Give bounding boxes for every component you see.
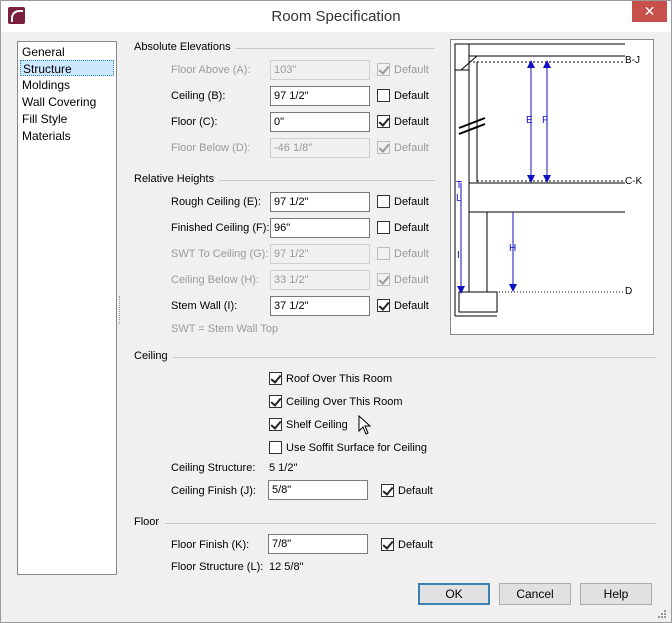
floor-above-label: Floor Above (A):	[171, 64, 251, 76]
default-label: Default	[398, 539, 433, 551]
absolute-elevations-heading: Absolute Elevations	[134, 41, 231, 53]
nav-item-moldings[interactable]: Moldings	[20, 77, 114, 93]
help-button[interactable]: Help	[580, 583, 652, 605]
floor-c-field[interactable]: 0"	[270, 112, 370, 132]
ceiling-below-default-checkbox	[377, 273, 390, 286]
ceiling-b-field[interactable]: 97 1/2"	[270, 86, 370, 106]
swt-to-ceiling-label: SWT To Ceiling (G):	[171, 248, 269, 260]
floor-c-default-checkbox[interactable]	[377, 115, 390, 128]
section-drawing	[454, 43, 625, 317]
swt-to-ceiling-default-checkbox	[377, 247, 390, 260]
floor-finish-field[interactable]: 7/8"	[268, 534, 368, 554]
ceiling-over-room-checkbox[interactable]	[269, 395, 282, 408]
ceiling-structure-value: 5 1/2"	[269, 462, 298, 474]
nav-item-structure[interactable]: Structure	[20, 60, 114, 76]
finished-ceiling-label: Finished Ceiling (F):	[171, 222, 270, 234]
floor-finish-default-checkbox[interactable]	[381, 538, 394, 551]
swt-note: SWT = Stem Wall Top	[171, 323, 279, 335]
room-specification-dialog: Room Specification ✕ General Structure M…	[0, 0, 672, 623]
nav-item-fill-style[interactable]: Fill Style	[20, 111, 114, 127]
ceiling-below-label: Ceiling Below (H):	[171, 274, 260, 286]
default-label: Default	[394, 196, 429, 208]
relative-heights-heading: Relative Heights	[134, 173, 215, 185]
ceiling-b-default-checkbox[interactable]	[377, 89, 390, 102]
nav-item-general[interactable]: General	[20, 44, 114, 60]
default-label: Default	[394, 64, 429, 76]
floor-below-label: Floor Below (D):	[171, 142, 251, 154]
swt-to-ceiling-field: 97 1/2"	[270, 244, 370, 264]
diagram-label-bj: B-J	[625, 55, 640, 66]
stem-wall-label: Stem Wall (I):	[171, 300, 238, 312]
cancel-button[interactable]: Cancel	[499, 583, 571, 605]
ceiling-heading: Ceiling	[134, 350, 168, 362]
default-label: Default	[394, 142, 429, 154]
diagram-label-i: I	[457, 250, 460, 261]
default-label: Default	[398, 485, 433, 497]
diagram-label-l: L	[456, 193, 462, 204]
diagram-label-ck: C-K	[625, 176, 643, 187]
default-label: Default	[394, 116, 429, 128]
soffit-surface-label: Use Soffit Surface for Ceiling	[286, 442, 428, 454]
rough-ceiling-label: Rough Ceiling (E):	[171, 196, 261, 208]
divider	[219, 180, 435, 181]
window-title: Room Specification	[271, 8, 401, 25]
floor-c-label: Floor (C):	[171, 116, 218, 128]
default-label: Default	[394, 248, 429, 260]
diagram-label-f: F	[542, 115, 549, 126]
nav-item-wall-covering[interactable]: Wall Covering	[20, 94, 114, 110]
diagram-label-e: E	[526, 115, 533, 126]
ceiling-finish-field[interactable]: 5/8"	[268, 480, 368, 500]
nav-item-materials[interactable]: Materials	[20, 128, 114, 144]
ceiling-below-field: 33 1/2"	[270, 270, 370, 290]
stem-wall-default-checkbox[interactable]	[377, 299, 390, 312]
ceiling-b-label: Ceiling (B):	[171, 90, 226, 102]
floor-below-default-checkbox	[377, 141, 390, 154]
soffit-surface-checkbox[interactable]	[269, 441, 282, 454]
title-bar: Room Specification ✕	[1, 1, 671, 32]
floor-heading: Floor	[134, 516, 160, 528]
structure-diagram: B-J E F C-K T L I H D	[450, 39, 654, 335]
default-label: Default	[394, 300, 429, 312]
divider	[173, 357, 656, 358]
panel-splitter[interactable]	[119, 296, 122, 324]
ceiling-structure-label: Ceiling Structure:	[171, 462, 256, 474]
default-label: Default	[394, 90, 429, 102]
finished-ceiling-default-checkbox[interactable]	[377, 221, 390, 234]
shelf-ceiling-checkbox[interactable]	[269, 418, 282, 431]
stem-wall-field[interactable]: 37 1/2"	[270, 296, 370, 316]
floor-structure-value: 12 5/8"	[269, 561, 304, 573]
close-button[interactable]: ✕	[632, 1, 667, 22]
diagram-label-h: H	[509, 243, 517, 254]
floor-finish-label: Floor Finish (K):	[171, 539, 250, 551]
floor-structure-label: Floor Structure (L):	[171, 561, 264, 573]
diagram-label-t: T	[456, 180, 463, 191]
ceiling-finish-label: Ceiling Finish (J):	[171, 485, 256, 497]
rough-ceiling-field[interactable]: 97 1/2"	[270, 192, 370, 212]
divider	[236, 48, 435, 49]
category-list: General Structure Moldings Wall Covering…	[17, 41, 117, 575]
divider	[165, 523, 656, 524]
default-label: Default	[394, 222, 429, 234]
floor-below-field: -46 1/8"	[270, 138, 370, 158]
rough-ceiling-default-checkbox[interactable]	[377, 195, 390, 208]
floor-above-default-checkbox	[377, 63, 390, 76]
dialog-content: General Structure Moldings Wall Covering…	[1, 32, 671, 622]
shelf-ceiling-label: Shelf Ceiling	[286, 419, 348, 431]
default-label: Default	[394, 274, 429, 286]
diagram-label-d: D	[625, 286, 633, 297]
roof-over-room-checkbox[interactable]	[269, 372, 282, 385]
finished-ceiling-field[interactable]: 96"	[270, 218, 370, 238]
roof-over-room-label: Roof Over This Room	[286, 373, 393, 385]
ceiling-over-room-label: Ceiling Over This Room	[286, 396, 403, 408]
floor-above-field: 103"	[270, 60, 370, 80]
resize-grip-icon[interactable]	[657, 609, 667, 619]
mouse-cursor-icon	[358, 415, 372, 435]
ok-button[interactable]: OK	[418, 583, 490, 605]
ceiling-finish-default-checkbox[interactable]	[381, 484, 394, 497]
